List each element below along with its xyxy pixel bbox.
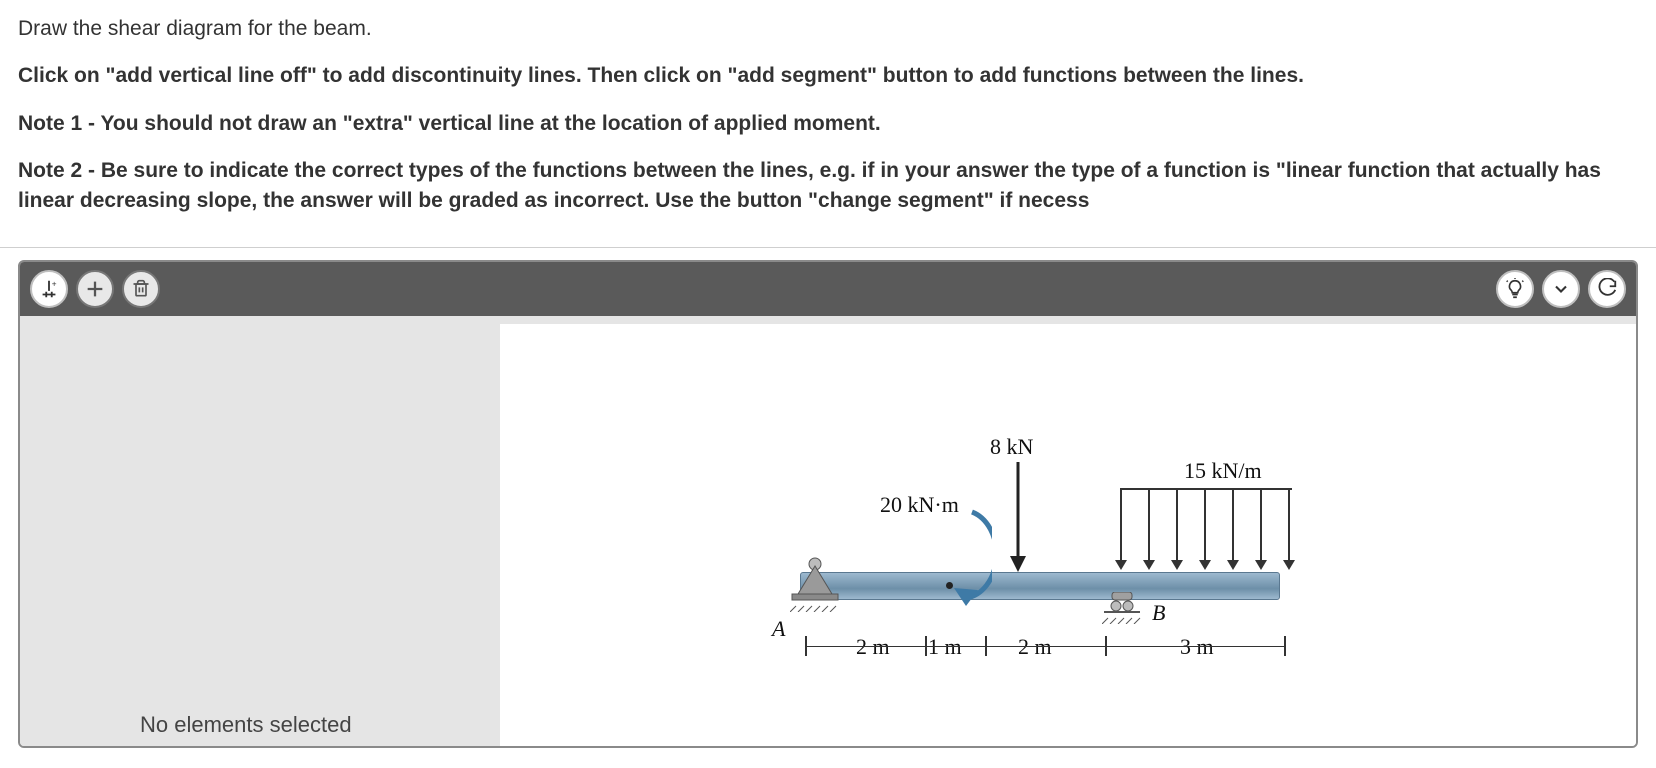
section-divider	[0, 247, 1656, 248]
support-b-label: B	[1152, 600, 1165, 626]
support-a-label: A	[772, 616, 785, 642]
redo-button[interactable]	[1588, 270, 1626, 308]
toolbar-left-group: +	[30, 270, 160, 308]
editor-toolbar: +	[20, 262, 1636, 316]
vertical-line-tool-button[interactable]: +	[30, 270, 68, 308]
beam-figure: 8 kN 20 kN·m 15 kN/m A B 2 m 1 m 2 m 3 m	[760, 434, 1300, 694]
dim-tick	[925, 636, 927, 656]
dim-tick	[805, 636, 807, 656]
dimension-3: 2 m	[1018, 634, 1052, 660]
vertical-line-icon: +	[38, 278, 60, 300]
selection-status: No elements selected	[20, 712, 500, 738]
dimension-4: 3 m	[1180, 634, 1214, 660]
roller-support-b	[1102, 592, 1142, 618]
dimension-1: 2 m	[856, 634, 890, 660]
dim-tick	[1105, 636, 1107, 656]
trash-icon	[131, 279, 151, 299]
toolbar-right-group	[1496, 270, 1626, 308]
dim-tick	[1284, 636, 1286, 656]
graph-editor: +	[18, 260, 1638, 748]
plus-icon	[84, 278, 106, 300]
dimension-2: 1 m	[928, 634, 962, 660]
chevron-down-icon	[1551, 279, 1571, 299]
distributed-load	[1120, 488, 1292, 578]
dim-tick	[985, 636, 987, 656]
add-segment-button[interactable]	[76, 270, 114, 308]
distributed-load-label: 15 kN/m	[1184, 458, 1262, 484]
properties-sidebar: No elements selected	[20, 316, 500, 746]
pin-support-a	[790, 552, 840, 600]
redo-icon	[1596, 278, 1618, 300]
moment-arrow	[932, 506, 992, 611]
moment-application-point	[946, 582, 953, 589]
point-load-arrow	[1008, 462, 1028, 577]
instruction-note1: Note 1 - You should not draw an "extra" …	[18, 109, 1638, 138]
drawing-canvas[interactable]: 8 kN 20 kN·m 15 kN/m A B 2 m 1 m 2 m 3 m	[500, 324, 1636, 746]
point-load-label: 8 kN	[990, 434, 1033, 460]
hint-button[interactable]	[1496, 270, 1534, 308]
instruction-note2: Note 2 - Be sure to indicate the correct…	[18, 156, 1638, 215]
instruction-prompt: Draw the shear diagram for the beam.	[18, 14, 1638, 43]
editor-workspace: No elements selected 8 kN 20 kN·m 15 kN/…	[20, 316, 1636, 746]
delete-button[interactable]	[122, 270, 160, 308]
lightbulb-icon	[1504, 278, 1526, 300]
svg-text:+: +	[52, 279, 57, 288]
instructions-block: Draw the shear diagram for the beam. Cli…	[0, 0, 1656, 243]
instruction-line1: Click on "add vertical line off" to add …	[18, 61, 1638, 90]
dimension-line	[805, 646, 1285, 647]
dropdown-button[interactable]	[1542, 270, 1580, 308]
